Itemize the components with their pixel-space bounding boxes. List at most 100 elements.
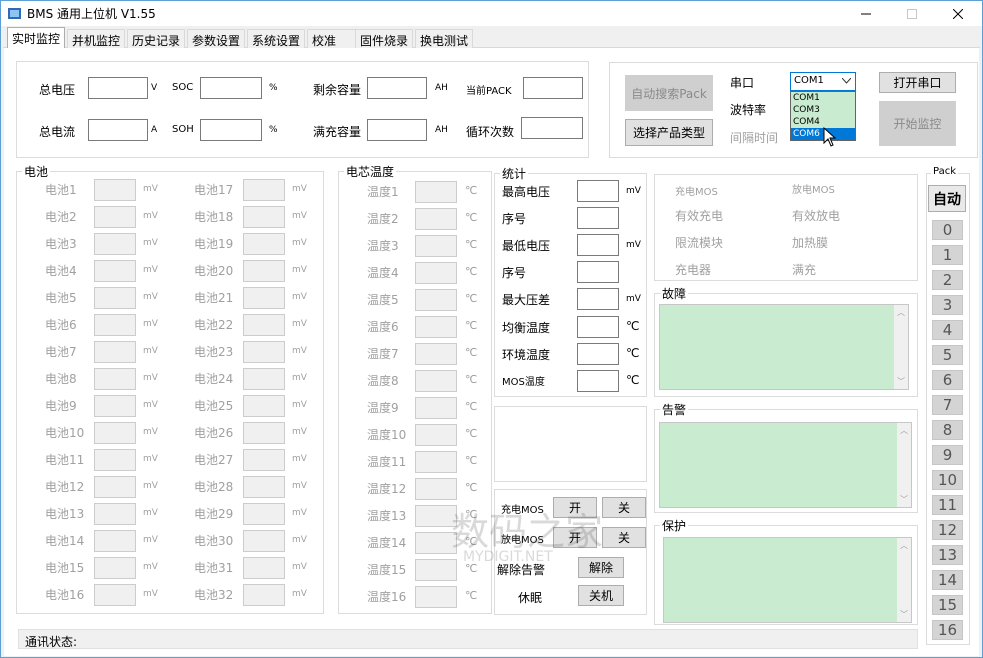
tab-calibration[interactable]: 校准: [307, 29, 357, 48]
cycle-count-field: [521, 117, 583, 139]
pack-number-button[interactable]: 3: [932, 295, 963, 315]
temp-field: [415, 208, 457, 230]
stat-unit: mV: [626, 186, 641, 196]
soh-field: [200, 119, 262, 141]
tab-firmware[interactable]: 固件烧录: [355, 29, 414, 48]
pack-number-button[interactable]: 7: [932, 395, 963, 415]
pack-number-button[interactable]: 4: [932, 320, 963, 340]
pack-number-button[interactable]: 16: [932, 620, 963, 640]
auto-search-pack-button[interactable]: 自动搜索Pack: [625, 75, 713, 111]
status-bar: 通讯状态:: [18, 629, 918, 649]
cell-label: 电池24: [194, 372, 234, 386]
cell-label: 电池4: [45, 264, 77, 278]
cell-label: 电池15: [45, 561, 85, 575]
temps-group-title: 电芯温度: [344, 163, 397, 180]
stat-label: 最低电压: [502, 239, 551, 253]
temp-unit: ℃: [465, 346, 478, 359]
alarm-textarea[interactable]: ︿ ﹀: [659, 422, 912, 508]
tab-bar: 实时监控 并机监控 历史记录 参数设置 系统设置 校准 固件烧录 换电测试: [3, 27, 980, 48]
scroll-up-icon: ︿: [897, 308, 905, 317]
temp-label: 温度7: [367, 347, 399, 361]
alarm-title: 告警: [660, 401, 689, 418]
cell-unit: mV: [143, 265, 158, 275]
cell-label: 电池29: [194, 507, 234, 521]
soc-field: [200, 77, 262, 99]
cell-unit: mV: [292, 292, 307, 302]
pack-number-button[interactable]: 5: [932, 345, 963, 365]
cell-label: 电池20: [194, 264, 234, 278]
maximize-button[interactable]: [889, 1, 935, 26]
protection-scrollbar[interactable]: ︿ ﹀: [897, 538, 911, 622]
pack-number-button[interactable]: 6: [932, 370, 963, 390]
temp-unit: ℃: [465, 454, 478, 467]
charge-mos-off-button[interactable]: 关: [602, 497, 646, 518]
protection-textarea[interactable]: ︿ ﹀: [663, 537, 912, 623]
tab-realtime[interactable]: 实时监控: [7, 27, 66, 48]
protection-title: 保护: [660, 517, 689, 534]
pack-number-button[interactable]: 11: [932, 495, 963, 515]
pack-number-button[interactable]: 14: [932, 570, 963, 590]
minimize-button[interactable]: [843, 1, 889, 26]
pack-auto-button[interactable]: 自动: [928, 185, 966, 212]
alarm-scrollbar[interactable]: ︿ ﹀: [897, 423, 911, 507]
cell-unit: mV: [292, 265, 307, 275]
cell-label: 电池16: [45, 588, 85, 602]
temp-label: 温度11: [367, 455, 407, 469]
pack-number-button[interactable]: 1: [932, 245, 963, 265]
cell-field: [243, 449, 285, 471]
port-option-com3[interactable]: COM3: [791, 104, 855, 116]
stat-unit: ℃: [626, 373, 640, 387]
pack-number-button[interactable]: 9: [932, 445, 963, 465]
cell-field: [94, 206, 136, 228]
total-voltage-unit: V: [151, 83, 158, 93]
shutdown-button[interactable]: 关机: [578, 585, 624, 606]
cell-field: [94, 530, 136, 552]
port-label: 串口: [730, 76, 755, 90]
current-pack-label: 当前PACK: [466, 86, 512, 97]
pack-number-button[interactable]: 13: [932, 545, 963, 565]
fault-textarea[interactable]: ︿ ﹀: [659, 304, 909, 390]
pack-number-button[interactable]: 0: [932, 220, 963, 240]
scroll-up-icon: ︿: [900, 426, 908, 435]
tab-swap-test[interactable]: 换电测试: [415, 29, 474, 48]
close-button[interactable]: [935, 1, 981, 26]
pack-number-button[interactable]: 12: [932, 520, 963, 540]
stat-label: 最大压差: [502, 293, 551, 307]
total-voltage-label: 总电压: [39, 83, 76, 97]
temp-field: [415, 235, 457, 257]
port-option-com1[interactable]: COM1: [791, 92, 855, 104]
tab-history[interactable]: 历史记录: [127, 29, 186, 48]
stat-field: [577, 234, 619, 256]
clear-alarm-button[interactable]: 解除: [578, 557, 624, 578]
soh-label: SOH: [172, 124, 194, 135]
cell-unit: mV: [292, 535, 307, 545]
cell-label: 电池28: [194, 480, 234, 494]
stat-unit: ℃: [626, 319, 640, 333]
temp-unit: ℃: [465, 211, 478, 224]
remaining-capacity-field: [367, 77, 427, 99]
stat-label: 环境温度: [502, 348, 551, 362]
cell-field: [94, 179, 136, 201]
tab-system[interactable]: 系统设置: [247, 29, 306, 48]
port-select-value: COM1: [794, 75, 824, 86]
pack-number-button[interactable]: 8: [932, 420, 963, 440]
tab-params[interactable]: 参数设置: [187, 29, 246, 48]
fault-scrollbar[interactable]: ︿ ﹀: [894, 305, 908, 389]
cell-field: [243, 206, 285, 228]
fault-title: 故障: [660, 285, 689, 302]
cycle-count-label: 循环次数: [466, 125, 515, 139]
pack-number-button[interactable]: 15: [932, 595, 963, 615]
pack-number-button[interactable]: 10: [932, 470, 963, 490]
port-select[interactable]: COM1: [790, 72, 856, 91]
sleep-label: 休眠: [518, 591, 543, 605]
cell-field: [94, 314, 136, 336]
open-port-button[interactable]: 打开串口: [879, 72, 956, 93]
discharge-mos-off-button[interactable]: 关: [602, 527, 646, 548]
stats-group: [494, 173, 647, 397]
start-monitor-button[interactable]: 开始监控: [879, 101, 956, 146]
select-product-button[interactable]: 选择产品类型: [625, 119, 713, 146]
cell-unit: mV: [143, 427, 158, 437]
flag-current-limit: 限流模块: [675, 236, 724, 250]
pack-number-button[interactable]: 2: [932, 270, 963, 290]
tab-parallel[interactable]: 并机监控: [67, 29, 126, 48]
